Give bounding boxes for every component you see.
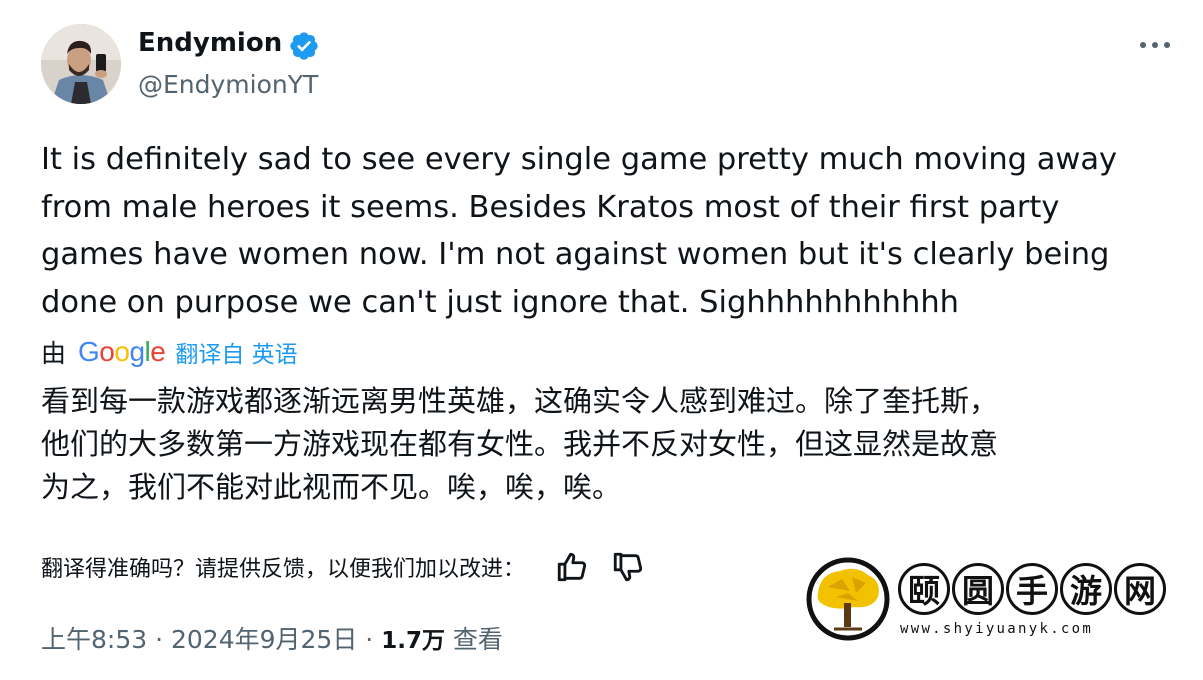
- meta-separator: ·: [365, 625, 374, 654]
- watermark-char: 颐: [898, 563, 950, 615]
- watermark-text: 颐 圆 手 游 网: [898, 563, 1166, 615]
- translation-prefix: 由: [41, 339, 67, 368]
- views-count: 1.7万: [381, 628, 445, 654]
- tweet: Endymion @EndymionYT It is definitely sa…: [0, 0, 1203, 680]
- avatar[interactable]: [41, 24, 121, 104]
- watermark-char: 网: [1114, 563, 1166, 615]
- translated-text-line: 为之，我们不能对此视而不见。唉，唉，唉。: [41, 470, 622, 504]
- watermark-tree-icon: [806, 557, 890, 641]
- views-label: 查看: [452, 625, 503, 654]
- translated-text-line: 看到每一款游戏都逐渐远离男性英雄，这确实令人感到难过。除了奎托斯，: [41, 384, 999, 418]
- tweet-date[interactable]: 2024年9月25日: [171, 625, 357, 654]
- tweet-text-line: done on purpose we can't just ignore tha…: [41, 284, 959, 320]
- feedback-prompt: 翻译得准确吗？请提供反馈，以便我们加以改进：: [41, 557, 526, 582]
- translation-feedback: 翻译得准确吗？请提供反馈，以便我们加以改进：: [41, 550, 645, 584]
- translated-text: 看到每一款游戏都逐渐远离男性英雄，这确实令人感到难过。除了奎托斯， 他们的大多数…: [41, 380, 1181, 509]
- translation-attribution: 由 Google 翻译自 英语: [41, 332, 298, 372]
- tweet-text-line: It is definitely sad to see every single…: [41, 142, 1118, 177]
- tweet-metadata: 上午8:53 · 2024年9月25日 · 1.7万 查看: [41, 620, 503, 656]
- verified-badge-icon: [290, 32, 318, 60]
- thumbs-down-icon[interactable]: [611, 550, 645, 584]
- more-options-icon[interactable]: [1138, 38, 1172, 52]
- display-name[interactable]: Endymion: [138, 28, 282, 58]
- watermark-char: 圆: [952, 563, 1004, 615]
- watermark-char: 游: [1060, 563, 1112, 615]
- watermark-char: 手: [1006, 563, 1058, 615]
- tweet-time[interactable]: 上午8:53: [41, 625, 147, 654]
- watermark-url: www.shyiyuanyk.com: [900, 621, 1094, 637]
- google-logo: Google: [78, 336, 166, 367]
- tweet-text-line: from male heroes it seems. Besides Krato…: [41, 189, 1060, 225]
- tweet-text-line: games have women now. I'm not against wo…: [41, 237, 1110, 272]
- thumbs-up-icon[interactable]: [555, 550, 589, 584]
- tweet-text: It is definitely sad to see every single…: [41, 136, 1171, 326]
- meta-separator: ·: [155, 625, 164, 654]
- translated-from-link[interactable]: 翻译自 英语: [175, 335, 297, 369]
- translated-text-line: 他们的大多数第一方游戏现在都有女性。我并不反对女性，但这显然是故意: [41, 427, 999, 461]
- avatar-photo: [41, 24, 121, 104]
- author-handle[interactable]: @EndymionYT: [138, 70, 318, 99]
